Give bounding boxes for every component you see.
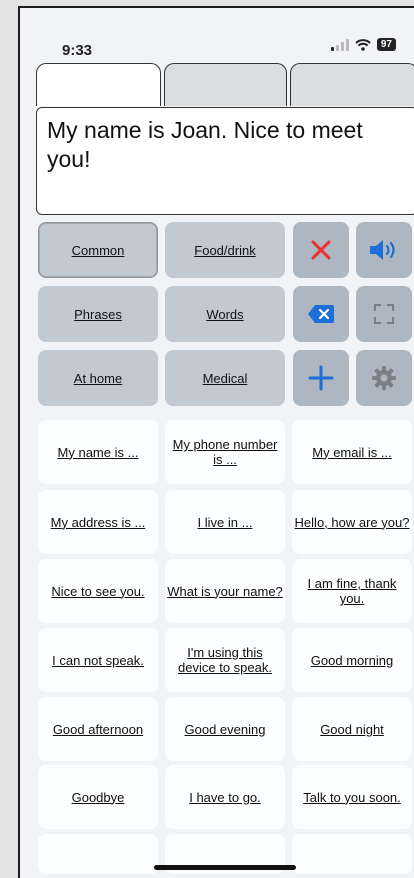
category-phrases[interactable]: Phrases [38, 286, 158, 342]
category-food-drink[interactable]: Food/drink [165, 222, 285, 278]
fullscreen-button[interactable] [356, 286, 412, 342]
category-common[interactable]: Common [38, 222, 158, 278]
phrase-button[interactable]: My name is ... [38, 420, 158, 484]
wifi-icon [355, 38, 371, 51]
category-at-home[interactable]: At home [38, 350, 158, 406]
phrase-button-partial[interactable] [292, 834, 412, 874]
phrase-button[interactable]: My phone number is ... [165, 420, 285, 484]
text-display[interactable]: My name is Joan. Nice to meet you! [36, 107, 414, 215]
phrase-button[interactable]: Talk to you soon. [292, 765, 412, 829]
backspace-icon [308, 305, 334, 323]
speak-button[interactable] [356, 222, 412, 278]
clear-button[interactable] [293, 222, 349, 278]
fullscreen-icon [374, 304, 394, 324]
cellular-signal-icon [330, 38, 349, 51]
phrase-button[interactable]: I can not speak. [38, 628, 158, 692]
phrase-button[interactable]: My address is ... [38, 490, 158, 554]
plus-icon [308, 365, 334, 391]
tab-1[interactable] [36, 63, 161, 106]
phrase-button[interactable]: Good night [292, 697, 412, 761]
speaker-icon [370, 240, 395, 260]
phrase-button[interactable]: I have to go. [165, 765, 285, 829]
phrase-button[interactable]: Good morning [292, 628, 412, 692]
phrase-button[interactable]: Good afternoon [38, 697, 158, 761]
phrase-button[interactable]: Goodbye [38, 765, 158, 829]
phone-screen: 9:33 97 My name is Joan. Nice to meet yo… [18, 6, 414, 878]
tab-bar [36, 63, 414, 106]
phrase-button-partial[interactable] [38, 834, 158, 874]
battery-indicator: 97 [376, 38, 396, 51]
phrase-button[interactable]: Nice to see you. [38, 559, 158, 623]
status-time: 9:33 [62, 42, 93, 59]
phrase-button[interactable]: I am fine, thank you. [292, 559, 412, 623]
home-indicator[interactable] [154, 865, 296, 870]
close-icon [311, 240, 331, 260]
phrase-button[interactable]: What is your name? [165, 559, 285, 623]
backspace-button[interactable] [293, 286, 349, 342]
category-medical[interactable]: Medical [165, 350, 285, 406]
phrase-button[interactable]: Good evening [165, 697, 285, 761]
phrase-button[interactable]: My email is ... [292, 420, 412, 484]
phrase-button[interactable]: Hello, how are you? [292, 490, 412, 554]
add-button[interactable] [293, 350, 349, 406]
gear-icon [372, 366, 396, 390]
phrase-button[interactable]: I'm using this device to speak. [165, 628, 285, 692]
settings-button[interactable] [356, 350, 412, 406]
tab-3[interactable] [290, 63, 414, 106]
status-indicators: 97 [330, 38, 396, 51]
tab-2[interactable] [164, 63, 287, 106]
category-words[interactable]: Words [165, 286, 285, 342]
phrase-button[interactable]: I live in ... [165, 490, 285, 554]
